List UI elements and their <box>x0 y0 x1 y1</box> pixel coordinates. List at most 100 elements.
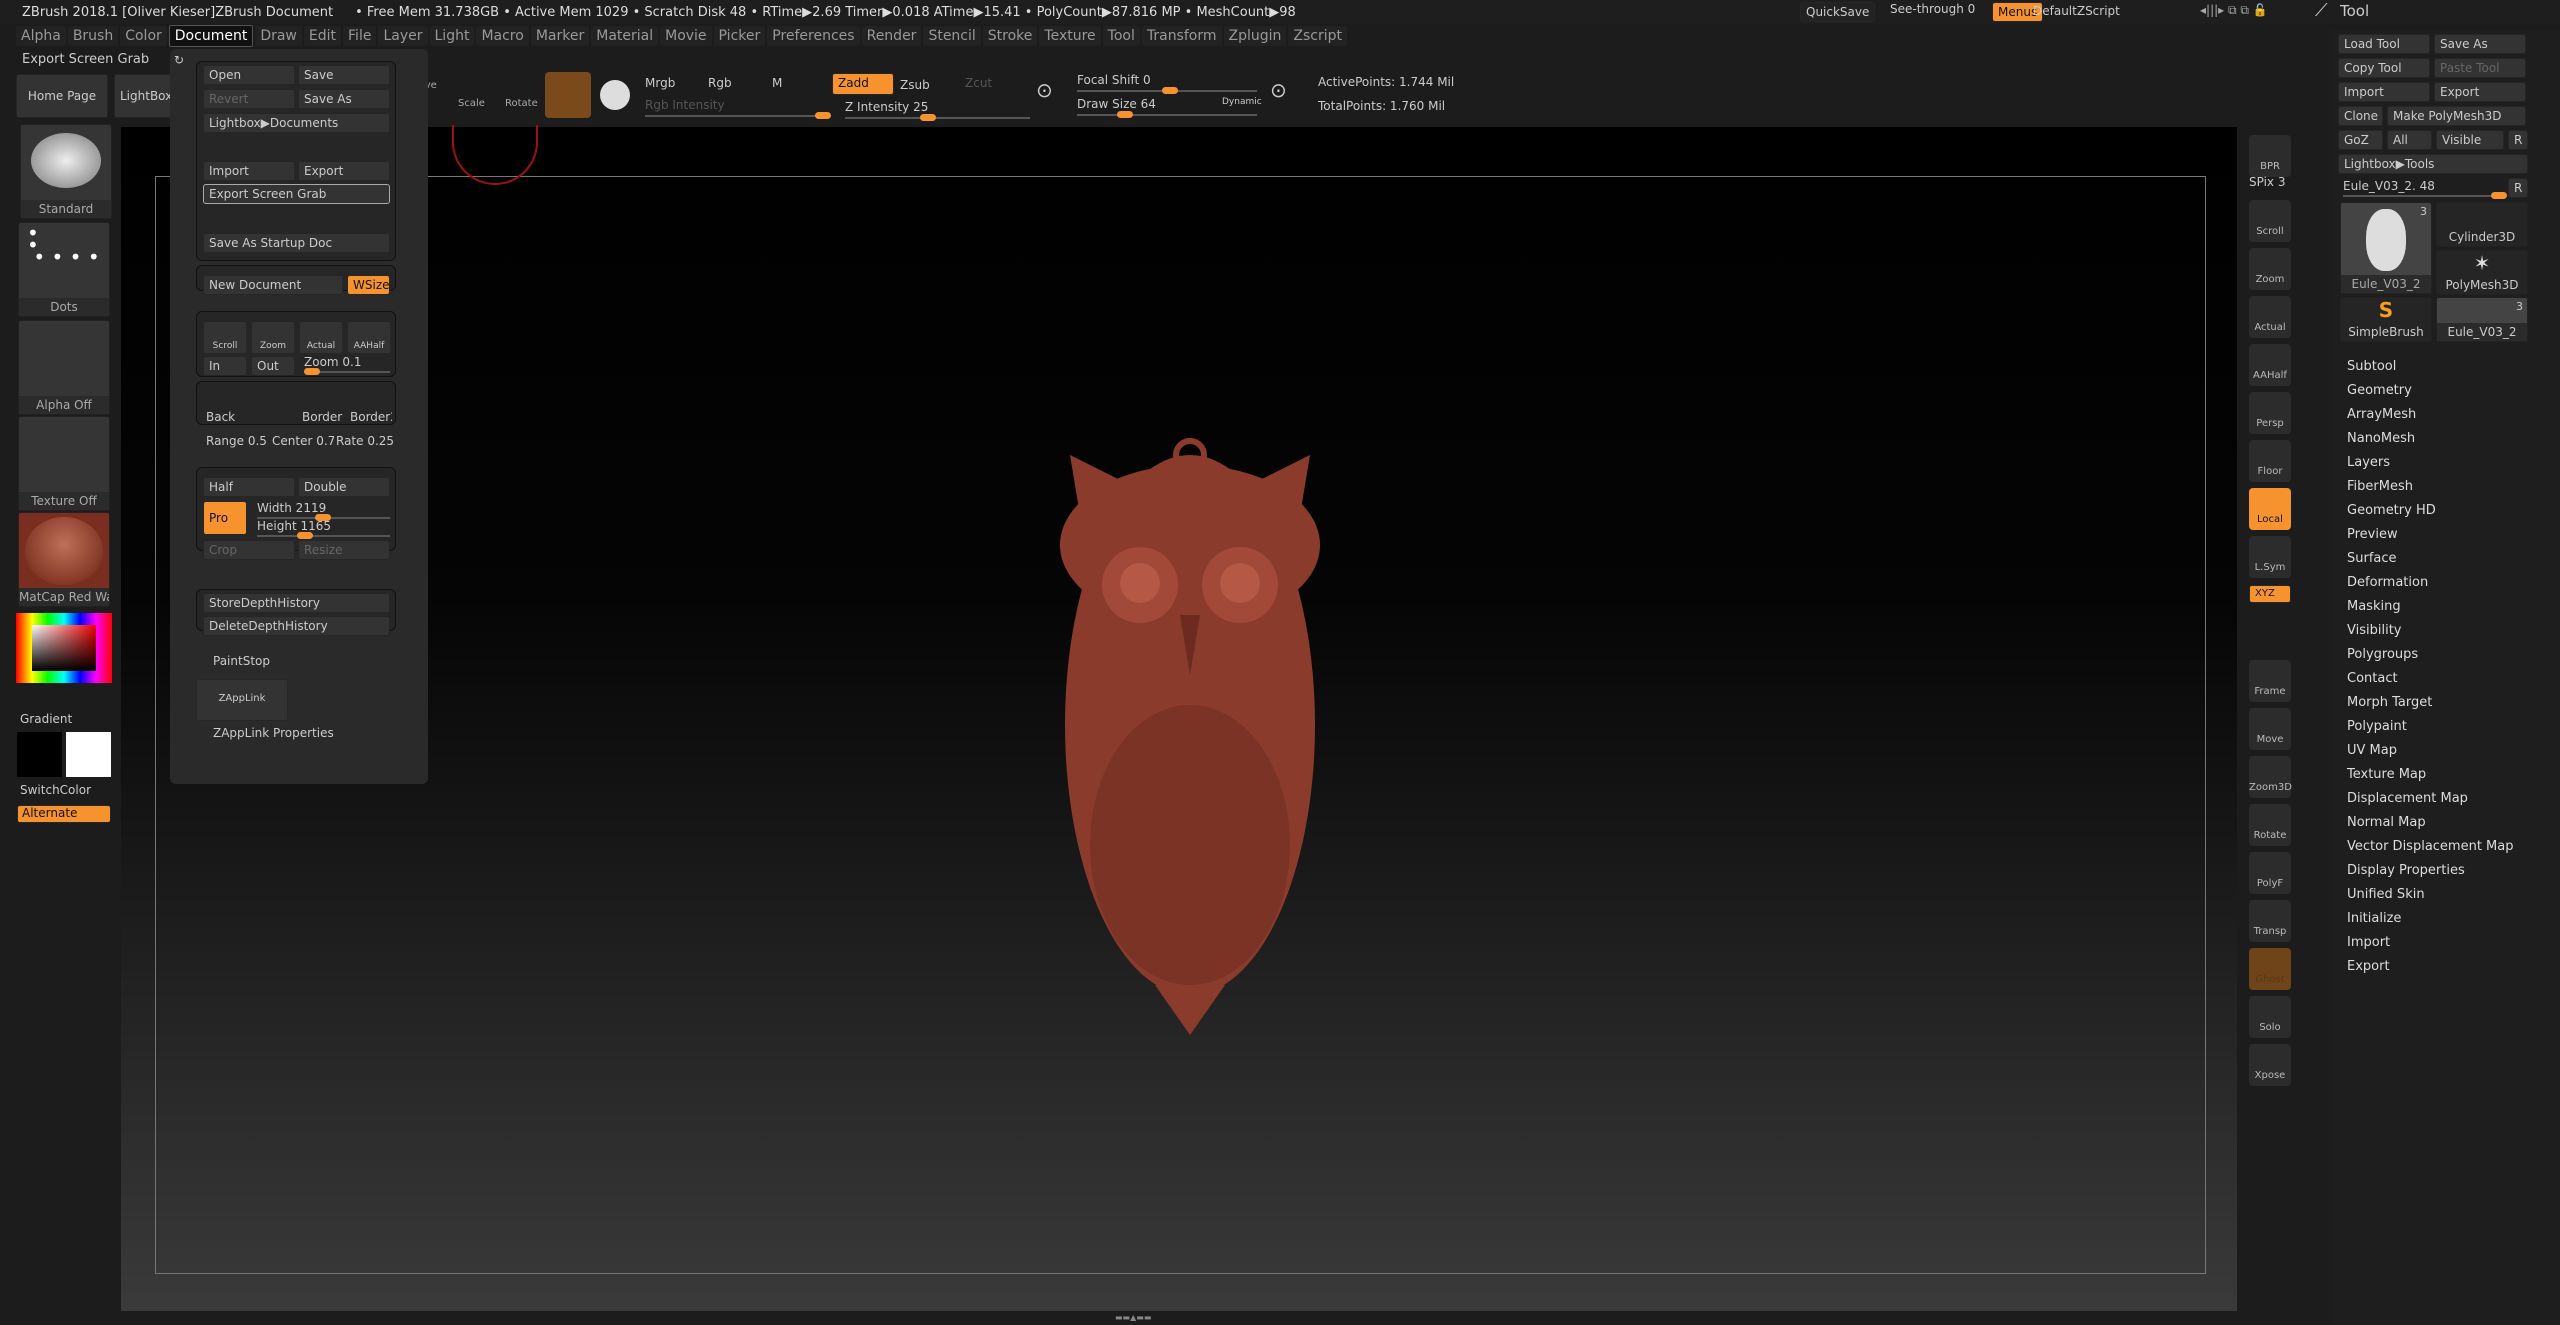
dynamic-button[interactable]: Dynamic <box>1222 97 1262 107</box>
bottom-tray-handle[interactable]: ▬▬▲▬▬ <box>1115 1313 1245 1322</box>
paintstop-button[interactable]: PaintStop <box>213 654 270 668</box>
sculptris-icon[interactable] <box>600 80 630 110</box>
tool-section-texture-map[interactable]: Texture Map <box>2347 767 2426 782</box>
tool-section-arraymesh[interactable]: ArrayMesh <box>2347 407 2416 422</box>
material-thumb[interactable]: MatCap Red Wa <box>18 512 110 607</box>
menu-alpha[interactable]: Alpha <box>16 26 66 46</box>
tool-section-initialize[interactable]: Initialize <box>2347 911 2401 926</box>
tool-section-polygroups[interactable]: Polygroups <box>2347 647 2418 662</box>
tool-section-morph-target[interactable]: Morph Target <box>2347 695 2432 710</box>
focal-shift-slider[interactable]: Focal Shift 0 <box>1077 73 1151 87</box>
shelf-zoom3d[interactable]: Zoom3D <box>2249 756 2292 798</box>
revert-button[interactable]: Revert <box>203 89 295 109</box>
open-button[interactable]: Open <box>203 65 295 85</box>
draw-button[interactable] <box>545 72 591 118</box>
tool-section-unified-skin[interactable]: Unified Skin <box>2347 887 2425 902</box>
shelf-persp[interactable]: Persp <box>2249 392 2291 434</box>
tool-section-display-properties[interactable]: Display Properties <box>2347 863 2465 878</box>
zoom-slider[interactable]: Zoom 0.1 <box>304 355 362 369</box>
menu-color[interactable]: Color <box>120 26 167 46</box>
center-slider[interactable]: Center 0.7 <box>272 434 334 448</box>
tool-thumb-simplebrush[interactable]: S SimpleBrush <box>2340 297 2432 342</box>
tool-thumb-eule-2[interactable]: 3 Eule_V03_2 <box>2436 297 2528 342</box>
shelf-move[interactable]: Move <box>2249 708 2291 750</box>
rgb-intensity-slider[interactable]: Rgb Intensity <box>645 98 725 112</box>
tool-section-visibility[interactable]: Visibility <box>2347 623 2401 638</box>
menu-zscript[interactable]: Zscript <box>1288 26 1347 46</box>
tool-section-geometry-hd[interactable]: Geometry HD <box>2347 503 2436 518</box>
clone-button[interactable]: Clone <box>2338 106 2383 126</box>
tool-save-as-button[interactable]: Save As <box>2434 34 2526 54</box>
tool-thumb-polymesh[interactable]: ✶ PolyMesh3D <box>2436 250 2528 295</box>
shelf-polyf[interactable]: PolyF <box>2249 852 2291 894</box>
shelf-xpose[interactable]: Xpose <box>2249 1044 2291 1086</box>
menu-tool[interactable]: Tool <box>1102 26 1140 46</box>
menu-brush[interactable]: Brush <box>67 26 119 46</box>
export-button[interactable]: Export <box>298 161 390 181</box>
alternate-button[interactable]: Alternate <box>17 805 111 823</box>
store-depth-history-button[interactable]: StoreDepthHistory <box>203 593 390 613</box>
default-zscript-button[interactable]: DefaultZScript <box>2033 4 2120 18</box>
menu-render[interactable]: Render <box>861 26 922 46</box>
shelf-spix-3[interactable]: SPix 3 <box>2249 175 2285 189</box>
zsub-button[interactable]: Zsub <box>900 78 930 92</box>
delete-depth-history-button[interactable]: DeleteDepthHistory <box>203 616 390 636</box>
half-button[interactable]: Half <box>203 477 295 497</box>
wsize-button[interactable]: WSize <box>347 275 390 295</box>
tool-section-geometry[interactable]: Geometry <box>2347 383 2412 398</box>
shelf-transp[interactable]: Transp <box>2249 900 2291 942</box>
make-polymesh3d-button[interactable]: Make PolyMesh3D <box>2387 106 2526 126</box>
shelf-ghost[interactable]: Ghost <box>2249 948 2291 990</box>
home-page-button[interactable]: Home Page <box>16 74 108 118</box>
zadd-button[interactable]: Zadd <box>832 73 894 95</box>
tool-section-displacement-map[interactable]: Displacement Map <box>2347 791 2468 806</box>
all-button[interactable]: All <box>2387 130 2432 150</box>
new-document-button[interactable]: New Document <box>203 275 343 295</box>
visible-button[interactable]: Visible <box>2436 130 2504 150</box>
shelf-solo[interactable]: Solo <box>2249 996 2291 1038</box>
tool-section-surface[interactable]: Surface <box>2347 551 2397 566</box>
menu-layer[interactable]: Layer <box>378 26 428 46</box>
shelf-scroll[interactable]: Scroll <box>2249 200 2291 242</box>
menu-draw[interactable]: Draw <box>255 26 302 46</box>
save-as-button[interactable]: Save As <box>298 89 390 109</box>
tool-section-normal-map[interactable]: Normal Map <box>2347 815 2426 830</box>
switch-color-button[interactable]: SwitchColor <box>20 783 91 797</box>
tool-section-nanomesh[interactable]: NanoMesh <box>2347 431 2415 446</box>
menu-zplugin[interactable]: Zplugin <box>1223 26 1287 46</box>
border2-button[interactable]: Border2 <box>350 410 392 424</box>
rgb-button[interactable]: Rgb <box>708 76 732 90</box>
rotate-button[interactable]: Rotate <box>505 98 538 109</box>
tool-section-uv-map[interactable]: UV Map <box>2347 743 2397 758</box>
lightbox-tools-button[interactable]: Lightbox▶Tools <box>2338 154 2528 174</box>
current-tool-slider[interactable]: Eule_V03_2. 48 <box>2343 179 2435 193</box>
tool-thumb-eule[interactable]: 3 Eule_V03_2 <box>2340 202 2432 294</box>
main-color-swatch[interactable] <box>17 732 62 777</box>
zapplink-properties-button[interactable]: ZAppLink Properties <box>213 726 334 740</box>
tool-section-import[interactable]: Import <box>2347 935 2390 950</box>
see-through-slider[interactable]: See-through 0 <box>1890 2 1975 16</box>
range-slider[interactable]: Range 0.5 <box>206 434 270 448</box>
scroll-button[interactable]: Scroll <box>203 321 247 354</box>
zoom-out-button[interactable]: Out <box>251 356 295 376</box>
aahalf-button[interactable]: AAHalf <box>347 321 391 354</box>
shelf-l-sym[interactable]: L.Sym <box>2249 536 2291 578</box>
layout-icons[interactable]: ◂|||▸ ⧉ ⧉ 🔓 <box>2200 3 2268 18</box>
zcut-button[interactable]: Zcut <box>965 76 992 90</box>
texture-thumb[interactable]: Texture Off <box>18 416 110 511</box>
menu-light[interactable]: Light <box>429 26 475 46</box>
shelf-actual[interactable]: Actual <box>2249 296 2291 338</box>
brush-thumb[interactable]: Standard <box>20 124 112 219</box>
zapplink-button[interactable]: ZAppLink <box>196 679 288 721</box>
crop-button[interactable]: Crop <box>203 540 295 560</box>
tool-section-subtool[interactable]: Subtool <box>2347 359 2396 374</box>
paste-tool-button[interactable]: Paste Tool <box>2434 58 2526 78</box>
actual-button[interactable]: Actual <box>299 321 343 354</box>
tool-section-contact[interactable]: Contact <box>2347 671 2398 686</box>
popup-refresh-icon[interactable]: ↻ <box>174 53 184 67</box>
menu-file[interactable]: File <box>343 26 377 46</box>
menu-movie[interactable]: Movie <box>660 26 712 46</box>
import-button[interactable]: Import <box>203 161 295 181</box>
rate-slider[interactable]: Rate 0.25 <box>336 434 394 448</box>
load-tool-button[interactable]: Load Tool <box>2338 34 2430 54</box>
